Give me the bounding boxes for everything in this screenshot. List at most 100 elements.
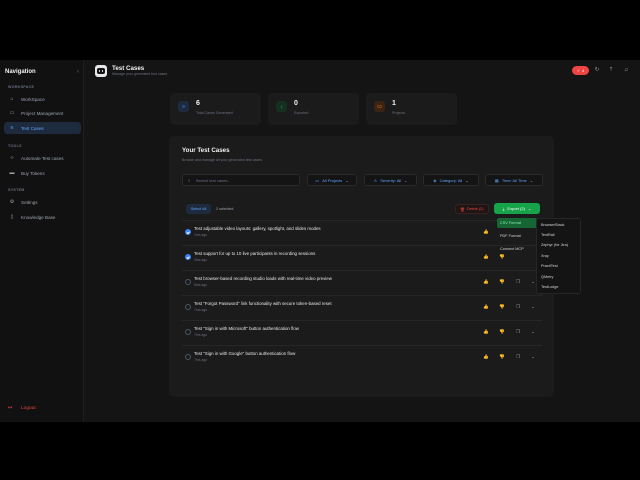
- download-icon: ↓: [276, 101, 287, 112]
- logout-button[interactable]: ↦ Logout: [4, 403, 36, 413]
- chevron-down-icon[interactable]: ⌄: [529, 353, 537, 361]
- export-button[interactable]: ⤓ Export (2) ⌄: [494, 203, 540, 214]
- row-checkbox[interactable]: [185, 279, 191, 285]
- copy-icon[interactable]: ❐: [514, 328, 522, 336]
- sidebar-item-automate-test-cases[interactable]: ‹› Automate Test cases: [4, 152, 81, 164]
- submenu-item-qmetry[interactable]: QMetry: [541, 275, 553, 279]
- sidebar-item-test-cases[interactable]: ≡ Test Cases: [4, 122, 81, 134]
- folder-icon: ▭: [374, 101, 385, 112]
- copy-icon[interactable]: ❐: [514, 278, 522, 286]
- stat-value: 6: [196, 100, 200, 107]
- stat-label: Projects: [392, 111, 405, 115]
- row-title: Test browser-based recording studio load…: [194, 276, 332, 281]
- sidebar-item-workspace[interactable]: ⌂ WorkSpace: [4, 93, 81, 105]
- row-time: 1hrs ago: [194, 233, 208, 237]
- row-title: Test "Sign in with Microsoft" button aut…: [194, 326, 299, 331]
- stat-card-total: ≡ 6 Total Cases Generated: [170, 93, 261, 125]
- thumbs-down-icon[interactable]: 👎: [498, 278, 506, 286]
- row-checkbox[interactable]: [185, 254, 191, 260]
- filter-severity[interactable]: ⚠ Severity: All ⌄: [364, 174, 417, 186]
- filter-label: Time: All Time: [501, 177, 527, 183]
- select-all-button[interactable]: Select All: [186, 204, 211, 214]
- row-title: Test "Forgot Password" link functionalit…: [194, 301, 332, 306]
- tokens-icon: ✓: [576, 69, 581, 73]
- row-checkbox[interactable]: [185, 304, 191, 310]
- panel-title: Your Test Cases: [182, 147, 230, 154]
- collapse-chevron-icon[interactable]: ‹: [77, 69, 79, 75]
- row-checkbox[interactable]: [185, 229, 191, 235]
- stat-value: 1: [392, 100, 396, 107]
- section-label-system: SYSTEM: [8, 188, 25, 192]
- search-box[interactable]: ⌕: [182, 174, 300, 186]
- thumbs-up-icon[interactable]: 👍: [482, 228, 490, 236]
- stat-label: Exported: [294, 111, 309, 115]
- thumbs-down-icon[interactable]: 👎: [498, 303, 506, 311]
- menu-item-pdf[interactable]: PDF Format: [497, 231, 537, 241]
- filter-projects[interactable]: ▭ All Projects ⌄: [307, 174, 357, 186]
- copy-icon[interactable]: ❐: [514, 303, 522, 311]
- thumbs-up-icon[interactable]: 👍: [482, 328, 490, 336]
- refresh-icon[interactable]: ↻: [593, 66, 601, 75]
- stat-card-projects: ▭ 1 Projects: [366, 93, 457, 125]
- gear-icon: ⚙: [9, 199, 15, 205]
- table-row[interactable]: Test "Sign in with Google" button authen…: [182, 345, 542, 367]
- sidebar-item-buy-tokens[interactable]: ▬ Buy Tokens: [4, 167, 81, 179]
- filter-label: Severity: All: [380, 177, 402, 183]
- filter-category[interactable]: ◈ Category: All ⌄: [423, 174, 479, 186]
- thumbs-up-icon[interactable]: 👍: [482, 353, 490, 361]
- menu-item-connect-mcp[interactable]: Connect MCP: [497, 244, 537, 254]
- thumbs-up-icon[interactable]: 👍: [482, 253, 490, 261]
- export-dropdown-menu: CSV Format PDF Format Connect MCP: [497, 218, 537, 262]
- sidebar-item-label: Test Cases: [21, 125, 44, 131]
- folder-icon: ▭: [9, 110, 15, 116]
- calendar-icon: ▦: [494, 177, 499, 183]
- sidebar-item-label: Knowledge Base: [21, 214, 56, 220]
- row-time: 4hrs ago: [194, 258, 208, 262]
- test-cases-panel: Your Test Cases Browse and manage all yo…: [169, 136, 554, 397]
- table-row[interactable]: Test adjustable video layouts: gallery, …: [182, 220, 542, 242]
- trash-icon: 🗑: [460, 207, 465, 212]
- selected-count: 2 selected: [216, 207, 234, 211]
- stat-label: Total Cases Generated: [196, 111, 233, 115]
- sidebar-item-project-management[interactable]: ▭ Project Management: [4, 107, 81, 119]
- submenu-item-zephyr[interactable]: Zephyr (for Jira): [541, 243, 568, 247]
- chevron-down-icon: ⌄: [529, 177, 534, 183]
- chevron-down-icon[interactable]: ⌄: [529, 328, 537, 336]
- submenu-item-testlodge[interactable]: TestLodge: [541, 285, 559, 289]
- submenu-item-practitest[interactable]: PractiTest: [541, 264, 558, 268]
- chevron-down-icon[interactable]: ⌄: [529, 303, 537, 311]
- table-row[interactable]: Test browser-based recording studio load…: [182, 270, 542, 292]
- info-icon[interactable]: ⇡: [607, 66, 615, 75]
- logout-label: Logout: [21, 405, 36, 411]
- robot-logo-icon: [95, 65, 107, 77]
- table-row[interactable]: Test "Sign in with Microsoft" button aut…: [182, 320, 542, 342]
- delete-button[interactable]: 🗑 Delete (2): [455, 204, 489, 214]
- submenu-item-xray[interactable]: Xray: [541, 254, 549, 258]
- logout-icon: ↦: [8, 405, 13, 411]
- sidebar-item-label: Project Management: [21, 110, 64, 116]
- bell-icon[interactable]: ♫: [622, 66, 630, 75]
- submenu-item-testrail[interactable]: TestRail: [541, 233, 555, 237]
- thumbs-down-icon[interactable]: 👎: [498, 353, 506, 361]
- row-checkbox[interactable]: [185, 329, 191, 335]
- row-checkbox[interactable]: [185, 354, 191, 360]
- sidebar-header: Navigation ‹: [5, 66, 79, 78]
- menu-item-csv[interactable]: CSV Format: [497, 218, 537, 228]
- sidebar-item-settings[interactable]: ⚙ Settings: [4, 196, 81, 208]
- thumbs-down-icon[interactable]: 👎: [498, 328, 506, 336]
- table-row[interactable]: Test "Forgot Password" link functionalit…: [182, 295, 542, 317]
- notification-badge-button[interactable]: ✓ 4: [572, 66, 589, 75]
- page-title: Test Cases: [112, 65, 145, 72]
- thumbs-up-icon[interactable]: 👍: [482, 278, 490, 286]
- copy-icon[interactable]: ❐: [514, 353, 522, 361]
- home-icon: ⌂: [10, 96, 14, 102]
- row-title: Test adjustable video layouts: gallery, …: [194, 226, 321, 231]
- sidebar-item-label: WorkSpace: [21, 96, 45, 102]
- submenu-item-browserstack[interactable]: BrowserStack: [541, 223, 564, 227]
- thumbs-up-icon[interactable]: 👍: [482, 303, 490, 311]
- filter-time[interactable]: ▦ Time: All Time ⌄: [485, 174, 543, 186]
- mcp-submenu: BrowserStack TestRail Zephyr (for Jira) …: [536, 218, 581, 294]
- sidebar-item-knowledge-base[interactable]: ▯ Knowledge Base: [4, 211, 81, 223]
- search-input[interactable]: [195, 177, 296, 183]
- table-row[interactable]: Test support for up to 10 live participa…: [182, 245, 542, 267]
